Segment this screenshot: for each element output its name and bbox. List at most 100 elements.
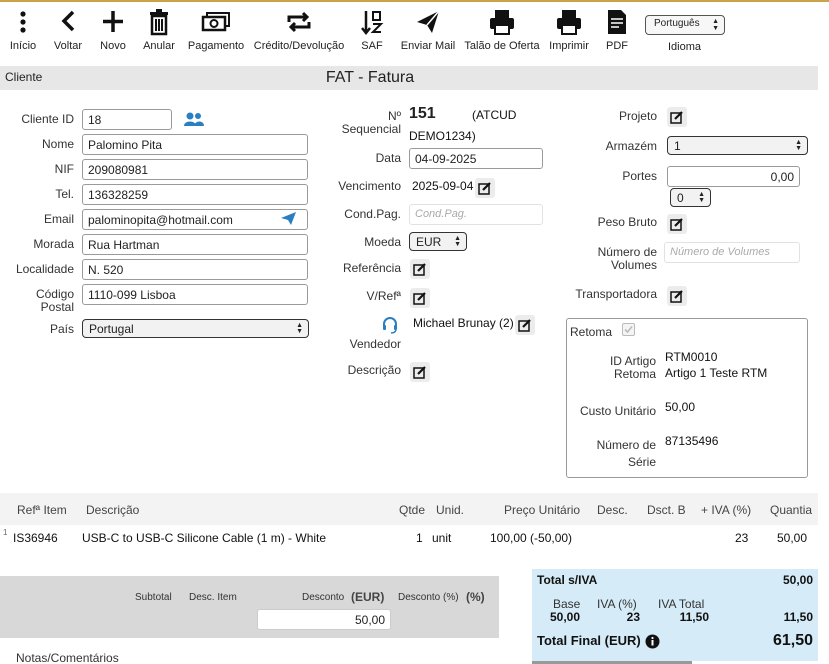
- money-icon: [201, 12, 230, 32]
- address-field[interactable]: Rua Hartman: [82, 234, 308, 255]
- back-button[interactable]: Voltar: [52, 8, 84, 52]
- shipping-field[interactable]: 0,00: [667, 166, 800, 187]
- due-date-value: 2025-09-04: [412, 179, 474, 193]
- postal-code-field[interactable]: 1110-099 Lisboa: [82, 284, 308, 305]
- currency-select[interactable]: EUR ▲ ▼: [409, 232, 467, 251]
- col-qty: Qtde: [399, 503, 426, 517]
- project-label: Projeto: [618, 109, 657, 123]
- edit-icon: [413, 366, 426, 379]
- trade-in-label: Retoma: [570, 325, 613, 339]
- salesperson-value: Michael Brunay (2): [413, 316, 514, 330]
- scrollbar[interactable]: [818, 66, 829, 664]
- email-field[interactable]: palominopita@hotmail.com: [82, 209, 308, 230]
- locality-field[interactable]: N. 520: [82, 259, 308, 280]
- name-label: Nome: [41, 137, 74, 151]
- print-button[interactable]: Imprimir: [547, 8, 591, 52]
- plus-icon: [103, 11, 123, 32]
- send-mail-button[interactable]: Enviar Mail: [399, 8, 457, 52]
- tel-field[interactable]: 136328259: [82, 184, 308, 205]
- repeat-icon: [287, 11, 311, 33]
- payment-terms-field[interactable]: Cond.Pag.: [409, 204, 543, 225]
- warehouse-select[interactable]: 1 ▲ ▼: [667, 136, 808, 155]
- edit-gross-weight-button[interactable]: [667, 214, 687, 234]
- vat-pct-label: IVA (%): [597, 597, 637, 611]
- payment-terms-label: Cond.Pag.: [344, 207, 401, 221]
- gift-receipt-button[interactable]: Talão de Oferta: [463, 8, 541, 52]
- country-select[interactable]: Portugal ▲ ▼: [82, 319, 309, 338]
- shipping-label: Portes: [622, 169, 657, 183]
- edit-carrier-button[interactable]: [667, 286, 687, 306]
- select-arrows-icon: ▲ ▼: [698, 191, 705, 204]
- toolbar: Início Voltar Novo Anular Pagamento Créd…: [0, 2, 829, 66]
- row-vat: 23: [735, 531, 749, 545]
- volumes-field[interactable]: Número de Volumes: [664, 242, 800, 263]
- title-bar: Cliente FAT - Fatura: [0, 66, 818, 90]
- notes-label: Notas/Comentários: [16, 651, 119, 664]
- due-date-label: Vencimento: [338, 179, 401, 193]
- shipping-vat-select[interactable]: 0 ▲ ▼: [670, 188, 711, 207]
- gift-receipt-label: Talão de Oferta: [464, 40, 540, 52]
- discount-pct-unit: (%): [466, 590, 485, 604]
- home-label: Início: [9, 40, 37, 52]
- name-field[interactable]: Palomino Pita: [82, 134, 308, 155]
- document-icon: [608, 10, 626, 34]
- pdf-label: PDF: [606, 40, 628, 52]
- back-label: Voltar: [53, 40, 83, 52]
- row-qty: 1: [416, 531, 423, 545]
- tel-label: Tel.: [55, 187, 74, 201]
- home-button[interactable]: Início: [8, 8, 38, 52]
- printer-icon: [557, 10, 581, 35]
- headset-icon[interactable]: [381, 316, 399, 334]
- salesperson-label: Vendedor: [349, 337, 401, 351]
- edit-icon: [670, 111, 683, 124]
- edit-description-button[interactable]: [410, 362, 430, 382]
- edit-icon: [518, 319, 531, 332]
- cancel-button[interactable]: Anular: [142, 8, 176, 52]
- col-discount-b: Dsct. B: [647, 503, 686, 517]
- new-button[interactable]: Novo: [98, 8, 128, 52]
- sequence-number-label: Nº Sequencial: [341, 109, 401, 136]
- client-search-icon[interactable]: [183, 111, 205, 127]
- pdf-button[interactable]: PDF: [603, 8, 631, 52]
- edit-project-button[interactable]: [667, 107, 687, 127]
- language-select[interactable]: Português ▲ ▼: [645, 15, 725, 35]
- select-arrows-icon: ▲ ▼: [712, 18, 719, 32]
- row-unit: unit: [432, 531, 452, 545]
- credit-return-button[interactable]: Crédito/Devolução: [253, 8, 345, 52]
- your-ref-label: V/Refª: [366, 289, 401, 303]
- select-arrows-icon: ▲ ▼: [454, 235, 461, 248]
- chevron-left-icon: [61, 10, 75, 32]
- info-icon[interactable]: [645, 634, 660, 649]
- edit-reference-button[interactable]: [410, 259, 430, 279]
- unit-cost-value: 50,00: [665, 400, 696, 414]
- nif-field[interactable]: 209080981: [82, 159, 308, 180]
- trade-in-checkbox[interactable]: [622, 323, 635, 336]
- discount-field[interactable]: 50,00: [257, 609, 391, 630]
- currency-label: Moeda: [364, 235, 401, 249]
- send-icon: [417, 10, 440, 33]
- base-value: 50,00: [550, 610, 581, 624]
- payment-button[interactable]: Pagamento: [186, 8, 246, 52]
- row-unit-price: 100,00 (-50,00): [490, 531, 573, 545]
- row-index: 1: [3, 528, 8, 537]
- date-field[interactable]: 04-09-2025: [409, 148, 543, 169]
- col-description: Descrição: [86, 503, 140, 517]
- discount-label: Desconto: [302, 592, 345, 603]
- document-number: 151: [409, 105, 436, 122]
- client-id-field[interactable]: 18: [82, 109, 172, 130]
- total-final-label: Total Final (EUR): [537, 633, 641, 648]
- language-label: Idioma: [668, 41, 702, 53]
- warehouse-value: 1: [674, 139, 681, 153]
- edit-due-date-button[interactable]: [475, 178, 495, 198]
- more-vertical-icon: [20, 11, 26, 33]
- saf-button[interactable]: SAF: [356, 8, 388, 52]
- col-ref: Refª Item: [17, 503, 67, 517]
- edit-your-ref-button[interactable]: [410, 288, 430, 308]
- discount-panel: [0, 576, 499, 638]
- postal-code-label: Código Postal: [35, 287, 74, 314]
- col-vat: + IVA (%): [701, 503, 752, 517]
- send-email-icon[interactable]: [280, 211, 297, 226]
- unit-cost-label: Custo Unitário: [579, 404, 656, 418]
- edit-salesperson-button[interactable]: [515, 315, 535, 335]
- row-ref: IS36946: [13, 531, 58, 545]
